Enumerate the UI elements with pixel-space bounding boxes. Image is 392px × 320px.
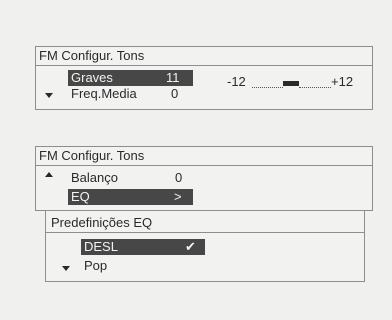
chevron-down-icon[interactable] — [45, 93, 53, 98]
tone-settings-panel-2: FM Configur. Tons Balanço 0 EQ > — [35, 146, 373, 211]
menu-item-graves[interactable]: Graves 11 — [68, 70, 193, 86]
level-scale: -12 +12 — [227, 74, 362, 90]
chevron-down-icon[interactable] — [62, 266, 70, 271]
menu-item-value: 11 — [166, 70, 180, 85]
scale-max-label: +12 — [331, 74, 354, 89]
scale-level-marker — [283, 81, 299, 86]
menu-item-balanco[interactable]: Balanço 0 — [68, 170, 193, 186]
screen: FM Configur. Tons Graves 11 Freq.Media 0… — [0, 0, 392, 320]
menu-item-freq-media[interactable]: Freq.Media 0 — [68, 86, 193, 102]
menu-item-label: Balanço — [71, 170, 118, 185]
menu-item-label: EQ — [71, 189, 90, 204]
menu-item-label: Graves — [71, 70, 113, 85]
submenu-arrow: > — [174, 189, 182, 204]
scale-track — [252, 87, 283, 88]
preset-item-desl[interactable]: DESL ✔ — [81, 239, 205, 255]
scale-min-label: -12 — [227, 74, 246, 89]
menu-item-label: Freq.Media — [71, 86, 137, 101]
check-icon: ✔ — [185, 239, 196, 254]
eq-presets-panel: Predefinições EQ DESL ✔ Pop — [45, 210, 365, 282]
menu-item-value: 0 — [175, 170, 183, 185]
divider — [36, 65, 372, 66]
panel-title: Predefinições EQ — [51, 215, 153, 230]
divider — [46, 232, 364, 233]
menu-item-label: DESL — [84, 239, 118, 254]
panel-title: FM Configur. Tons — [39, 148, 145, 163]
panel-title: FM Configur. Tons — [39, 48, 145, 63]
chevron-up-icon[interactable] — [45, 172, 53, 177]
menu-item-value: 0 — [171, 86, 179, 101]
scale-track — [299, 87, 331, 88]
divider — [36, 165, 372, 166]
menu-item-eq[interactable]: EQ > — [68, 189, 193, 205]
preset-item-pop[interactable]: Pop — [81, 258, 205, 274]
menu-item-label: Pop — [84, 258, 108, 273]
